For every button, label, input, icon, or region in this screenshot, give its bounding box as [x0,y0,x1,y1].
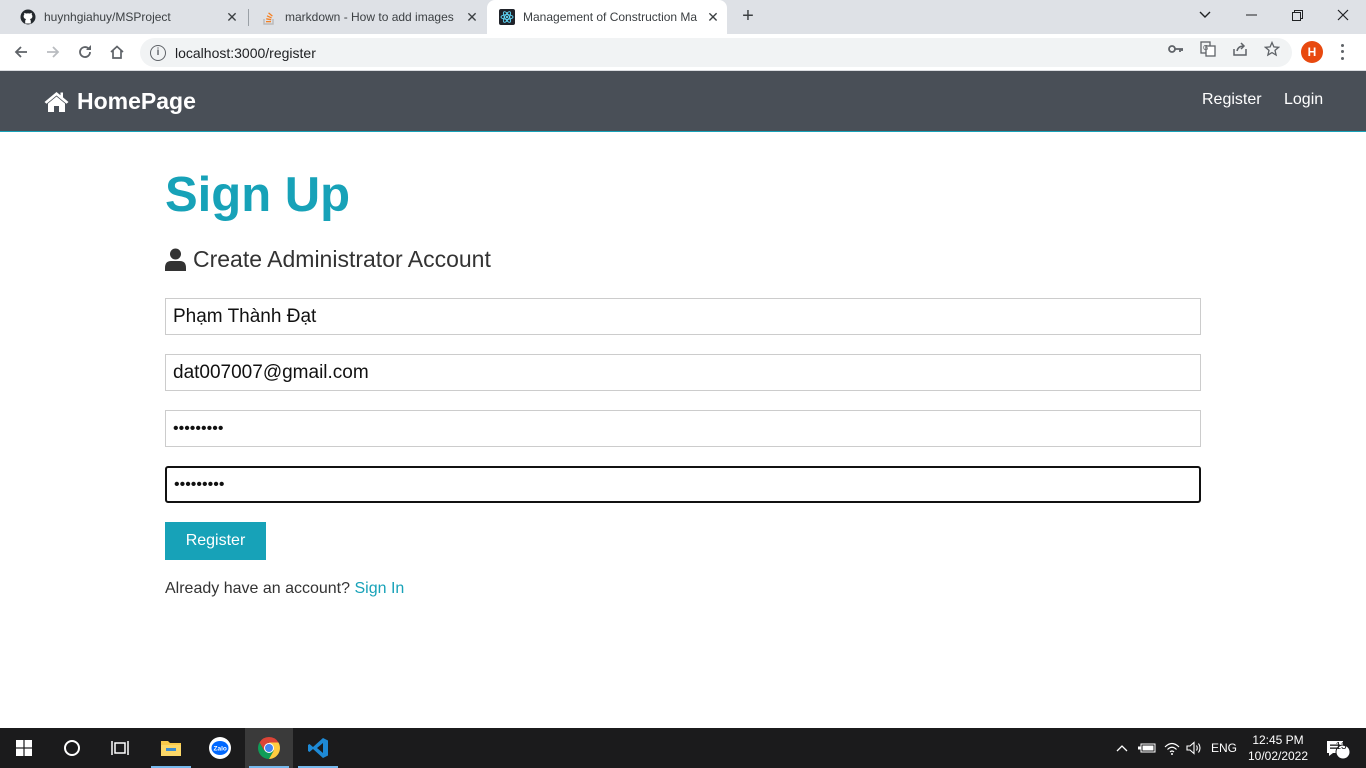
reload-button[interactable] [72,39,98,65]
chrome-button[interactable] [245,728,293,768]
svg-text:Zalo: Zalo [214,746,227,753]
tab-markdown[interactable]: markdown - How to add images ✕ [249,0,486,34]
language-indicator[interactable]: ENG [1206,728,1242,768]
clock[interactable]: 12:45 PM 10/02/2022 [1244,732,1312,764]
password-value: ••••••••• [173,419,224,437]
nav-login-link[interactable]: Login [1284,91,1323,109]
tab-title: markdown - How to add images [285,10,454,24]
close-icon [1337,9,1349,21]
chrome-icon [258,737,280,759]
home-button[interactable] [104,39,130,65]
zalo-icon: Zalo [209,737,231,759]
confirm-password-input[interactable]: ••••••••• [165,466,1201,503]
address-bar[interactable]: i localhost:3000/register [140,38,1292,67]
windows-taskbar: Zalo ENG 12:45 PM 10/02/2022 13 [0,728,1366,768]
page-title: Sign Up [165,168,351,222]
vscode-button[interactable] [294,728,342,768]
search-button[interactable] [48,728,96,768]
stackoverflow-icon [261,9,277,25]
chevron-down-icon [1199,11,1211,18]
clock-date: 10/02/2022 [1247,749,1309,763]
tab-github[interactable]: huynhgiahuy/MSProject ✕ [8,0,246,34]
name-value: Phạm Thành Đạt [173,305,317,327]
signin-prompt-text: Already have an account? [165,580,351,597]
browser-toolbar: i localhost:3000/register G H [0,34,1366,71]
task-view-button[interactable] [96,728,144,768]
info-icon[interactable]: i [150,44,166,61]
windows-icon [16,740,32,756]
notification-count: 13 [1335,741,1347,752]
task-view-icon [111,741,129,755]
key-icon[interactable] [1167,40,1185,58]
restore-icon [1291,9,1303,21]
share-icon[interactable] [1231,40,1249,58]
form-lead-text: Create Administrator Account [193,246,491,272]
menu-icon[interactable] [1336,42,1348,62]
confirm-password-value: ••••••••• [174,475,225,493]
file-explorer-button[interactable] [147,728,195,768]
signin-prompt: Already have an account? Sign In [165,580,404,598]
forward-button[interactable] [40,39,66,65]
name-input[interactable]: Phạm Thành Đạt [165,298,1201,335]
password-input[interactable]: ••••••••• [165,410,1201,447]
cortana-icon [64,740,80,756]
tab-title: huynhgiahuy/MSProject [44,10,171,24]
clock-time: 12:45 PM [1252,733,1304,747]
wifi-icon[interactable] [1162,728,1182,768]
reload-icon [79,45,91,58]
app-navbar: HomePage Register Login [0,71,1366,132]
browser-tabstrip: huynhgiahuy/MSProject ✕ markdown - How t… [0,0,1366,34]
tab-search-button[interactable] [1182,0,1228,30]
restore-button[interactable] [1274,0,1320,30]
brand-link[interactable]: HomePage [43,88,196,115]
notification-center-button[interactable]: 13 [1318,728,1354,768]
back-button[interactable] [8,39,34,65]
user-icon [165,248,186,271]
tab-management[interactable]: Management of Construction Ma ✕ [487,0,727,34]
new-tab-button[interactable]: + [737,5,759,27]
github-icon [20,9,36,25]
url-text: localhost:3000/register [175,44,316,61]
close-icon[interactable]: ✕ [224,9,240,25]
arrow-left-icon [14,46,27,58]
minimize-button[interactable] [1228,0,1274,30]
home-icon [44,92,69,112]
window-close-button[interactable] [1320,0,1366,30]
nav-register-link[interactable]: Register [1202,91,1262,109]
vscode-icon [308,738,328,758]
close-icon[interactable]: ✕ [464,9,480,25]
brand-text: HomePage [77,88,196,114]
profile-avatar[interactable]: H [1301,41,1323,63]
arrow-right-icon [47,46,60,58]
volume-icon[interactable] [1184,728,1204,768]
minimize-icon [1245,14,1257,16]
zalo-button[interactable]: Zalo [196,728,244,768]
star-icon[interactable] [1263,40,1281,58]
sign-in-link[interactable]: Sign In [354,580,404,597]
register-button[interactable]: Register [165,522,266,560]
tab-title: Management of Construction Ma [523,10,698,24]
translate-icon[interactable]: G [1199,40,1217,58]
react-icon [499,9,515,25]
home-icon [110,45,124,59]
form-lead: Create Administrator Account [165,246,491,273]
email-input[interactable]: dat007007@gmail.com [165,354,1201,391]
start-button[interactable] [0,728,48,768]
battery-icon[interactable] [1137,728,1157,768]
svg-text:G: G [1203,45,1208,52]
email-value: dat007007@gmail.com [173,361,369,383]
chevron-up-icon[interactable] [1113,728,1131,768]
folder-icon [161,741,181,756]
close-icon[interactable]: ✕ [705,9,721,25]
